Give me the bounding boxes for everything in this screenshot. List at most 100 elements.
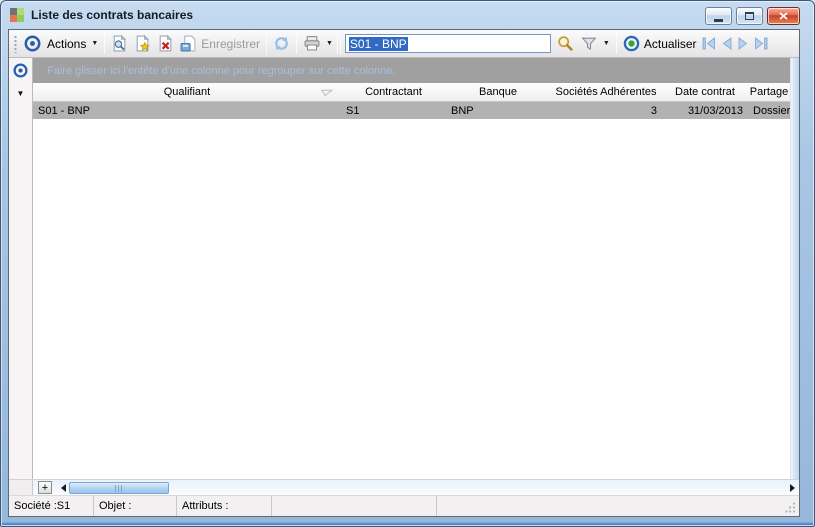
window-body: Actions ▼ Enregistrer ▼ S01 - BNP ▼ Actu… — [8, 29, 800, 517]
grid-header-row: Qualifiant Contractant Banque Sociétés A… — [33, 83, 790, 102]
cell-societes-adherentes: 3 — [650, 104, 657, 117]
save-icon — [180, 35, 196, 52]
app-icon — [10, 7, 24, 22]
grid-options-dropdown[interactable]: ▼ — [17, 90, 25, 98]
column-header-partage[interactable]: Partage — [748, 83, 790, 101]
filter-input-value: S01 - BNP — [348, 36, 408, 51]
group-by-hint: Faire glisser ici l'entête d'une colonne… — [47, 64, 396, 77]
scrollbar-thumb[interactable] — [69, 481, 169, 494]
scroll-right-arrow[interactable] — [790, 483, 795, 492]
maximize-button[interactable] — [736, 7, 763, 25]
titlebar[interactable]: Liste des contrats bancaires — [1, 1, 814, 28]
status-panel-empty — [437, 496, 799, 516]
refresh-arrows-icon — [275, 36, 288, 51]
filter-button[interactable]: ▼ — [577, 33, 613, 54]
group-by-bar[interactable]: Faire glisser ici l'entête d'une colonne… — [33, 58, 790, 83]
add-row-button[interactable]: + — [38, 481, 52, 494]
column-header-qualifiant[interactable]: Qualifiant — [33, 83, 341, 101]
chevron-down-icon: ▼ — [91, 40, 99, 47]
search-icon — [558, 36, 573, 51]
new-item-button[interactable] — [131, 33, 154, 54]
toolbar-separator — [265, 33, 267, 54]
app-window: Liste des contrats bancaires Actions ▼ E… — [0, 0, 815, 527]
first-record-icon — [702, 37, 715, 50]
scrollbar-track[interactable] — [169, 480, 790, 495]
actions-button[interactable]: Actions ▼ — [44, 35, 101, 53]
refresh-data-button[interactable] — [270, 33, 293, 54]
status-panel-societe: Société :S1 — [9, 496, 94, 516]
column-header-label: Partage — [749, 86, 789, 98]
toolbar-separator — [104, 33, 106, 54]
toolbar: Actions ▼ Enregistrer ▼ S01 - BNP ▼ Actu… — [9, 30, 799, 58]
refresh-button[interactable]: Actualiser — [620, 33, 700, 54]
window-title: Liste des contrats bancaires — [31, 7, 194, 22]
column-header-contractant[interactable]: Contractant — [341, 83, 446, 101]
document-search-icon — [113, 35, 127, 52]
save-label: Enregistrer — [201, 36, 260, 51]
document-delete-icon — [159, 35, 173, 52]
close-icon — [779, 12, 788, 20]
nav-next-button[interactable] — [735, 35, 752, 52]
maximize-icon — [745, 12, 754, 20]
chevron-down-icon: ▼ — [602, 40, 610, 47]
toolbar-separator — [295, 33, 297, 54]
toolbar-separator — [615, 33, 617, 54]
next-record-icon — [738, 37, 747, 50]
column-header-label: Date contrat — [675, 86, 735, 98]
last-record-icon — [754, 37, 767, 50]
bullseye-button[interactable] — [21, 33, 44, 54]
window-bottom-border — [2, 522, 813, 525]
filter-input[interactable]: S01 - BNP — [344, 34, 551, 53]
grid-empty-space — [33, 119, 790, 479]
delete-button[interactable] — [154, 33, 177, 54]
column-header-banque[interactable]: Banque — [446, 83, 550, 101]
save-button[interactable]: Enregistrer — [177, 33, 263, 54]
vertical-scrollbar[interactable] — [790, 58, 799, 479]
toolbar-separator — [339, 33, 341, 54]
column-header-label: Contractant — [365, 86, 422, 98]
data-grid: Faire glisser ici l'entête d'une colonne… — [33, 58, 790, 479]
toolbar-separator — [336, 33, 338, 54]
column-header-societes-adherentes[interactable]: Sociétés Adhérentes — [550, 83, 662, 101]
filter-funnel-icon — [581, 37, 597, 50]
sort-icon — [321, 89, 333, 97]
status-panel-attributs: Attributs : — [177, 496, 272, 516]
grid-area: ▼ Faire glisser ici l'entête d'une colon… — [9, 58, 799, 479]
bullseye-icon — [13, 63, 28, 78]
previous-record-icon — [722, 37, 731, 50]
document-star-icon — [136, 35, 151, 52]
column-header-label: Banque — [479, 86, 517, 98]
horizontal-scrollbar: + — [9, 479, 799, 495]
printer-icon — [304, 36, 320, 51]
cell-date-contrat: 31/03/2013 — [687, 104, 743, 117]
window-controls — [705, 7, 800, 25]
chevron-down-icon: ▼ — [325, 40, 333, 47]
search-button[interactable] — [554, 33, 577, 54]
cell-contractant: S1 — [346, 104, 360, 117]
refresh-label: Actualiser — [643, 36, 697, 51]
scroll-left-arrow[interactable] — [61, 483, 66, 492]
status-objet-text: Objet : — [99, 500, 132, 512]
close-button[interactable] — [767, 7, 800, 25]
print-button[interactable]: ▼ — [300, 33, 336, 54]
actions-label: Actions — [47, 36, 87, 51]
minimize-icon — [714, 18, 723, 22]
minimize-button[interactable] — [705, 7, 732, 25]
toolbar-grip[interactable] — [14, 34, 17, 53]
column-header-date-contrat[interactable]: Date contrat — [662, 83, 748, 101]
bullseye-icon — [24, 35, 41, 52]
row-indicator-panel: ▼ — [9, 58, 33, 479]
status-bar: Société :S1 Objet : Attributs : — [9, 495, 799, 516]
column-header-label: Sociétés Adhérentes — [555, 86, 657, 98]
scrollbar-corner-spacer — [9, 480, 33, 495]
view-details-button[interactable] — [108, 33, 131, 54]
resize-grip[interactable] — [785, 502, 796, 513]
nav-previous-button[interactable] — [718, 35, 735, 52]
nav-last-button[interactable] — [752, 35, 770, 52]
status-attributs-text: Attributs : — [182, 500, 229, 512]
cell-partage: Dossier — [753, 104, 790, 117]
nav-first-button[interactable] — [700, 35, 718, 52]
status-societe-text: Société :S1 — [14, 500, 71, 512]
cell-qualifiant: S01 - BNP — [38, 104, 90, 117]
table-row[interactable]: S01 - BNP S1 BNP 3 31/03/2013 Dossier — [33, 102, 790, 119]
